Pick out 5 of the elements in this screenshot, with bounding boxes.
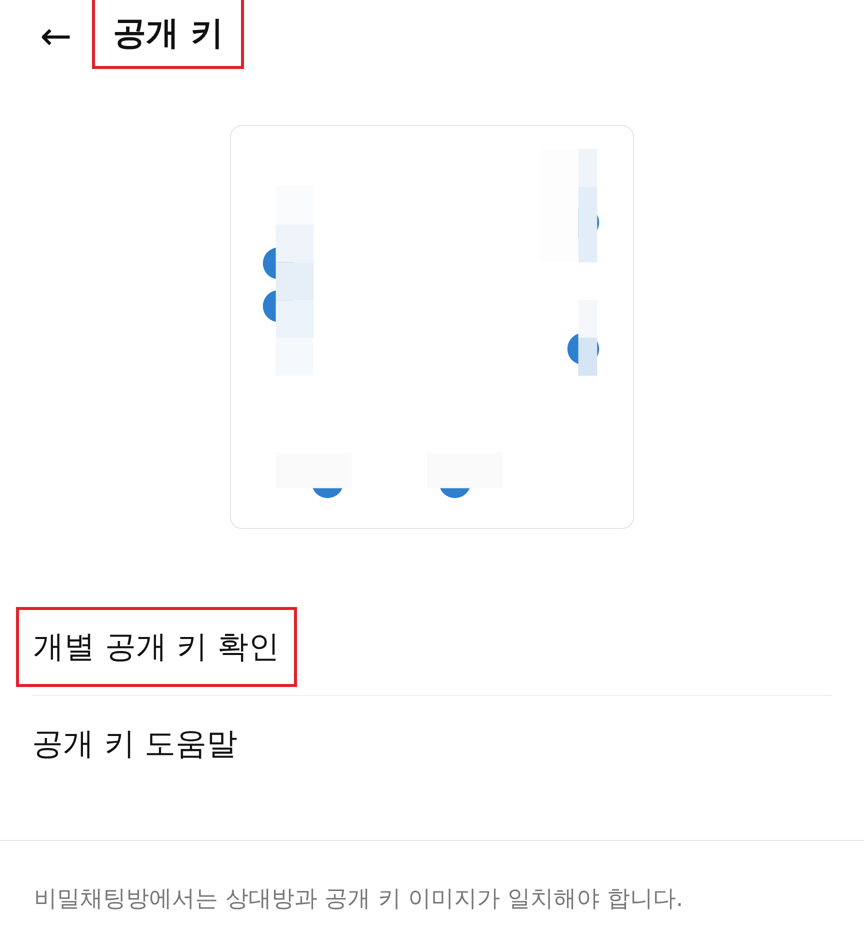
menu-item[interactable]: 개별 공개 키 확인 [33,626,280,668]
footer-note: 비밀채팅방에서는 상대방과 공개 키 이미지가 일치해야 합니다. [33,885,684,914]
menu-item[interactable]: 공개 키 도움말 [32,723,238,765]
page-title: 공개 키 [112,12,224,54]
back-button[interactable]: ← [38,17,74,55]
